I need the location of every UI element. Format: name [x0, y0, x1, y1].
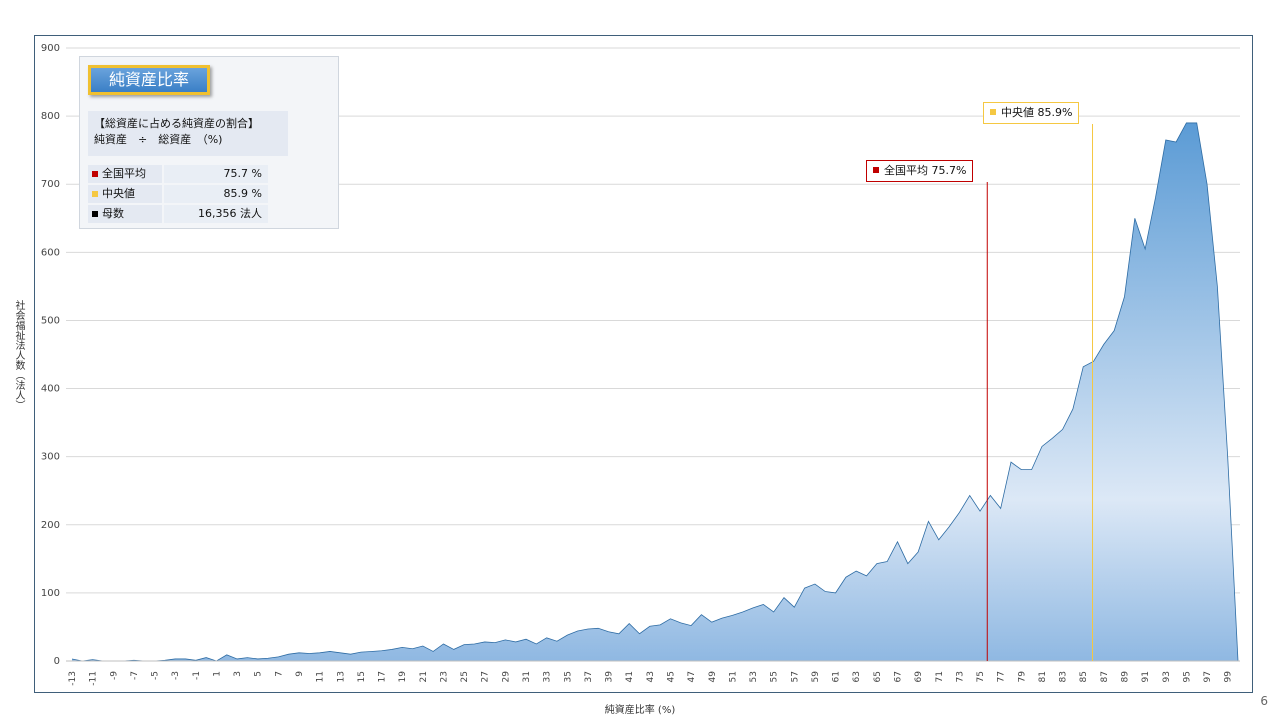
x-tick-label: 95 — [1182, 671, 1192, 682]
x-tick-label: 25 — [460, 671, 470, 682]
x-tick-label: 3 — [233, 671, 243, 677]
info-row-average: 全国平均 75.7 % — [88, 165, 268, 183]
y-tick-label: 500 — [41, 315, 60, 326]
x-tick-label: 1 — [212, 671, 222, 677]
info-box-desc-line2: 純資産 ÷ 総資産 （%) — [94, 133, 223, 146]
y-axis-label: 社会福祉法人数（法人） — [13, 300, 24, 410]
info-row-median: 中央値 85.9 % — [88, 185, 268, 203]
x-tick-label: 97 — [1203, 671, 1213, 682]
x-tick-label: 81 — [1038, 671, 1048, 682]
info-row-label: 全国平均 — [102, 167, 146, 180]
x-tick-label: 41 — [625, 671, 635, 682]
x-tick-label: 85 — [1079, 671, 1089, 682]
x-tick-label: 99 — [1224, 671, 1234, 683]
x-tick-label: -1 — [192, 671, 202, 680]
y-tick-label: 900 — [41, 43, 60, 54]
x-tick-label: 53 — [749, 671, 759, 682]
x-tick-label: -11 — [89, 671, 99, 686]
x-tick-label: 69 — [914, 671, 924, 683]
count-marker-icon — [92, 211, 98, 217]
y-tick-label: 800 — [41, 111, 60, 122]
x-tick-label: 63 — [852, 671, 862, 682]
average-callout: 全国平均 75.7% — [866, 160, 974, 182]
x-tick-label: 55 — [770, 671, 780, 682]
x-tick-label: 61 — [832, 671, 842, 682]
info-row-label: 母数 — [102, 207, 124, 220]
x-tick-label: 11 — [316, 671, 326, 682]
x-tick-label: 35 — [563, 671, 573, 682]
info-row-value: 85.9 % — [164, 185, 268, 203]
x-tick-label: 71 — [935, 671, 945, 682]
x-tick-label: 7 — [274, 671, 284, 677]
x-tick-label: -13 — [68, 671, 78, 686]
average-marker-icon — [873, 167, 879, 173]
x-tick-label: 65 — [873, 671, 883, 682]
x-tick-label: 51 — [728, 671, 738, 682]
median-marker-icon — [92, 191, 98, 197]
x-tick-label: 87 — [1100, 671, 1110, 682]
info-row-count: 母数 16,356 法人 — [88, 205, 268, 223]
x-tick-label: 9 — [295, 671, 305, 677]
y-tick-label: 0 — [54, 656, 60, 667]
x-tick-label: 49 — [708, 671, 718, 683]
x-tick-label: 33 — [543, 671, 553, 682]
info-row-value: 75.7 % — [164, 165, 268, 183]
x-tick-label: 39 — [605, 671, 615, 683]
y-tick-label: 600 — [41, 247, 60, 258]
x-tick-label: 5 — [254, 671, 264, 677]
x-tick-label: 59 — [811, 671, 821, 683]
x-tick-label: 21 — [419, 671, 429, 682]
x-tick-label: 15 — [357, 671, 367, 682]
x-tick-label: 67 — [893, 671, 903, 682]
x-tick-label: 89 — [1120, 671, 1130, 683]
x-tick-label: -3 — [171, 671, 181, 680]
x-tick-label: 17 — [378, 671, 388, 682]
x-tick-label: 31 — [522, 671, 532, 682]
x-tick-label: 23 — [439, 671, 449, 682]
x-tick-label: 93 — [1162, 671, 1172, 682]
info-row-label: 中央値 — [102, 187, 135, 200]
x-tick-label: 73 — [955, 671, 965, 682]
x-tick-label: 47 — [687, 671, 697, 682]
x-tick-label: -9 — [109, 671, 119, 680]
median-callout: 中央値 85.9% — [983, 102, 1080, 124]
y-tick-label: 400 — [41, 384, 60, 395]
page-number: 6 — [1260, 694, 1268, 708]
median-marker-icon — [990, 109, 996, 115]
y-tick-label: 200 — [41, 520, 60, 531]
x-tick-label: 77 — [997, 671, 1007, 682]
x-tick-label: 75 — [976, 671, 986, 682]
x-tick-label: 43 — [646, 671, 656, 682]
y-tick-label: 300 — [41, 452, 60, 463]
x-tick-label: 79 — [1017, 671, 1027, 683]
x-tick-label: 27 — [481, 671, 491, 682]
info-box-title: 純資産比率 — [88, 65, 210, 95]
y-tick-label: 700 — [41, 179, 60, 190]
x-tick-label: 57 — [790, 671, 800, 682]
info-box-description: 【総資産に占める純資産の割合】 純資産 ÷ 総資産 （%) — [88, 111, 288, 156]
x-tick-label: 91 — [1141, 671, 1151, 682]
x-tick-label: 29 — [501, 671, 511, 683]
x-tick-label: 83 — [1059, 671, 1069, 682]
x-tick-label: 37 — [584, 671, 594, 682]
x-tick-label: 13 — [336, 671, 346, 682]
info-box: 純資産比率 【総資産に占める純資産の割合】 純資産 ÷ 総資産 （%) 全国平均… — [79, 56, 339, 229]
info-box-desc-line1: 【総資産に占める純資産の割合】 — [94, 117, 259, 130]
x-axis-label: 純資産比率 (%) — [604, 705, 676, 716]
y-tick-label: 100 — [41, 588, 60, 599]
average-marker-icon — [92, 171, 98, 177]
info-row-value: 16,356 法人 — [164, 205, 268, 223]
x-tick-label: 19 — [398, 671, 408, 683]
x-tick-label: -5 — [151, 671, 161, 680]
x-tick-label: 45 — [666, 671, 676, 682]
x-tick-label: -7 — [130, 671, 140, 680]
